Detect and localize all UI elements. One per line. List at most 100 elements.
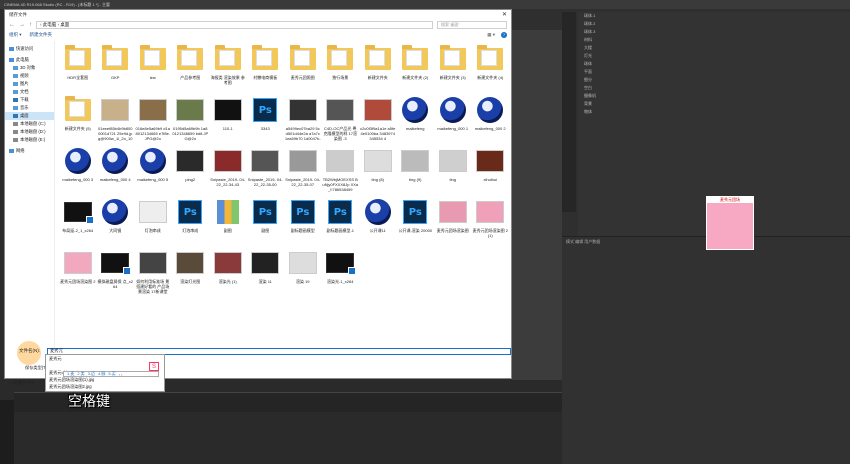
- nav-item[interactable]: 本地磁盘 (D:): [5, 128, 54, 136]
- file-item[interactable]: 渲染 19: [284, 245, 322, 296]
- nav-item[interactable]: 3D 对象: [5, 64, 54, 72]
- forward-arrow-icon[interactable]: →: [19, 22, 25, 28]
- autocomplete-item[interactable]: 麦秀元团场渲染图2.jpg: [46, 383, 164, 390]
- file-item[interactable]: maikefeng_000 2: [472, 92, 510, 143]
- search-input[interactable]: 搜索"桌面": [437, 20, 507, 29]
- file-item[interactable]: 如何利用标准场 景搭建好看的 产品场景渲染 17新课堂: [134, 245, 172, 296]
- object-row[interactable]: 灯光: [578, 52, 850, 60]
- file-item[interactable]: lew: [134, 41, 172, 92]
- nav-item[interactable]: 本地磁盘 (C:): [5, 120, 54, 128]
- file-item[interactable]: maikefeng_000 5: [134, 143, 172, 194]
- file-item[interactable]: Ps 3343: [247, 92, 285, 143]
- ime-candidate[interactable]: 1.麦: [67, 371, 74, 377]
- ime-candidate[interactable]: 4.脉: [98, 371, 105, 377]
- file-item[interactable]: 模拟磁盘屏保 点_x264: [97, 245, 135, 296]
- object-row[interactable]: 细分: [578, 76, 850, 84]
- ime-candidate[interactable]: ‹ ›: [119, 372, 123, 377]
- file-item[interactable]: 新建文件夹: [359, 41, 397, 92]
- file-item[interactable]: HDR全套图: [59, 41, 97, 92]
- file-item[interactable]: maikefeng_000 4: [97, 143, 135, 194]
- file-item[interactable]: Ps 公开课-渲染 20000: [397, 194, 435, 245]
- file-item[interactable]: 01eeef85b4b9b8000001d721 25e9d.jpg@900w_…: [97, 92, 135, 143]
- file-item[interactable]: 新建文件夹 (2): [397, 41, 435, 92]
- nav-item[interactable]: 此电脑: [5, 56, 54, 64]
- nav-item[interactable]: 本地磁盘 (E:): [5, 136, 54, 144]
- file-item[interactable]: 新建文件夹 (4): [472, 41, 510, 92]
- file-item[interactable]: a5499ec07ba29 5cd501d44e2a a7a7c1ea59b70…: [284, 92, 322, 143]
- file-item[interactable]: 副图: [209, 194, 247, 245]
- file-item[interactable]: 麦秀元团场渲染图 2(1): [472, 194, 510, 245]
- file-item[interactable]: ting (8): [359, 143, 397, 194]
- file-item[interactable]: 110-1: [209, 92, 247, 143]
- file-item[interactable]: 产品参考图: [172, 41, 210, 92]
- file-item[interactable]: maikefeng_000 3: [59, 143, 97, 194]
- autocomplete-item[interactable]: 麦秀元: [46, 355, 164, 362]
- file-item[interactable]: 016e8e5a69b9 d1a8012134665 e7f8e.JPG@2o: [134, 92, 172, 143]
- object-row[interactable]: 球体.2: [578, 20, 850, 28]
- object-row[interactable]: 球体: [578, 60, 850, 68]
- breadcrumb[interactable]: › 此电脑 › 桌面: [36, 20, 433, 29]
- nav-item[interactable]: 音乐: [5, 104, 54, 112]
- ime-candidate[interactable]: 5.买: [108, 371, 115, 377]
- file-item[interactable]: Snipaste_2019- 04-22_22-35-07: [284, 143, 322, 194]
- nav-item[interactable]: 文档: [5, 88, 54, 96]
- object-row[interactable]: 背景: [578, 100, 850, 108]
- file-item[interactable]: ting: [434, 143, 472, 194]
- c4d-viewport[interactable]: [512, 30, 562, 430]
- file-item[interactable]: 渲染光 (1): [209, 245, 247, 296]
- object-row[interactable]: 空白: [578, 84, 850, 92]
- nav-item[interactable]: 图片: [5, 80, 54, 88]
- file-item[interactable]: 麦秀元团场渲染图 2: [59, 245, 97, 296]
- file-item[interactable]: Ps 副标题画模型-1: [322, 194, 360, 245]
- file-item[interactable]: 灯泡串成: [134, 194, 172, 245]
- file-item[interactable]: C4D-OC产品光 粤克隆模型的样 17渲染图 -3: [322, 92, 360, 143]
- close-icon[interactable]: ✕: [502, 11, 507, 18]
- file-item[interactable]: xihuihui: [472, 143, 510, 194]
- ime-candidate[interactable]: 2.卖: [77, 371, 84, 377]
- file-item[interactable]: 渲染光-1_x264: [322, 245, 360, 296]
- object-row[interactable]: 摄像机: [578, 92, 850, 100]
- object-row[interactable]: 球体.1: [578, 12, 850, 20]
- c4d-attribute-manager[interactable]: 模式 编辑 用户数据: [562, 236, 850, 464]
- file-item[interactable]: Snipaste_2019- 04-22_22-34-43: [209, 143, 247, 194]
- back-arrow-icon[interactable]: ←: [9, 22, 15, 28]
- file-item[interactable]: 新建文件夹 (5): [59, 92, 97, 143]
- new-folder-button[interactable]: 新建文件夹: [30, 32, 53, 38]
- file-item[interactable]: 渲染灯光图: [172, 245, 210, 296]
- nav-item[interactable]: 视频: [5, 72, 54, 80]
- file-item[interactable]: Ps 灯泡串成: [172, 194, 210, 245]
- object-row[interactable]: 球体.3: [578, 28, 850, 36]
- hide-folders-toggle[interactable]: ˄ 隐藏文件夹: [9, 380, 35, 386]
- file-item[interactable]: Snipaste_2019- 04-22_22-35-00: [247, 143, 285, 194]
- file-item[interactable]: 村撒电商模板: [247, 41, 285, 92]
- file-item[interactable]: 麦秀元团照图: [284, 41, 322, 92]
- c4d-tool-palette[interactable]: [562, 12, 576, 212]
- file-item[interactable]: TB2WbjMOEXSS BuNjy0FXXX8Jp XXa_!!7865384…: [322, 143, 360, 194]
- up-arrow-icon[interactable]: ↑: [29, 22, 32, 28]
- file-item[interactable]: 海报类 渲染效果 参考图: [209, 41, 247, 92]
- nav-item[interactable]: 下载: [5, 96, 54, 104]
- file-item[interactable]: maikefeng_000 1: [434, 92, 472, 143]
- file-item[interactable]: 大同镜: [97, 194, 135, 245]
- file-item[interactable]: 新建文件夹 (3): [434, 41, 472, 92]
- object-row[interactable]: 大楼: [578, 44, 850, 52]
- file-item[interactable]: ting (9): [397, 143, 435, 194]
- file-item[interactable]: 渲染 11: [247, 245, 285, 296]
- file-item[interactable]: Ps 副图: [247, 194, 285, 245]
- ime-candidate[interactable]: 3.迈: [88, 371, 95, 377]
- file-item[interactable]: ping2: [172, 143, 210, 194]
- file-item[interactable]: GKP: [97, 41, 135, 92]
- view-options-icon[interactable]: ▦ ▾: [487, 32, 495, 38]
- nav-item[interactable]: 网络: [5, 147, 54, 155]
- nav-item[interactable]: 快速访问: [5, 45, 54, 53]
- nav-item[interactable]: 桌面: [5, 112, 54, 120]
- file-item[interactable]: 公开课11: [359, 194, 397, 245]
- object-row[interactable]: 材料: [578, 36, 850, 44]
- file-item[interactable]: 布局延-2_1_x264: [59, 194, 97, 245]
- file-item[interactable]: maikefeng: [397, 92, 435, 143]
- file-item[interactable]: c2c0f3f9a1a1e a5fe4e0100ba 3483974345534…: [359, 92, 397, 143]
- file-item[interactable]: 0195d5a69b9b 1a80121346659 bd8.JPG@2o: [172, 92, 210, 143]
- help-icon[interactable]: ?: [501, 32, 507, 38]
- file-item[interactable]: 麦秀元团场渲染图: [434, 194, 472, 245]
- organize-button[interactable]: 组织 ▾: [9, 32, 22, 38]
